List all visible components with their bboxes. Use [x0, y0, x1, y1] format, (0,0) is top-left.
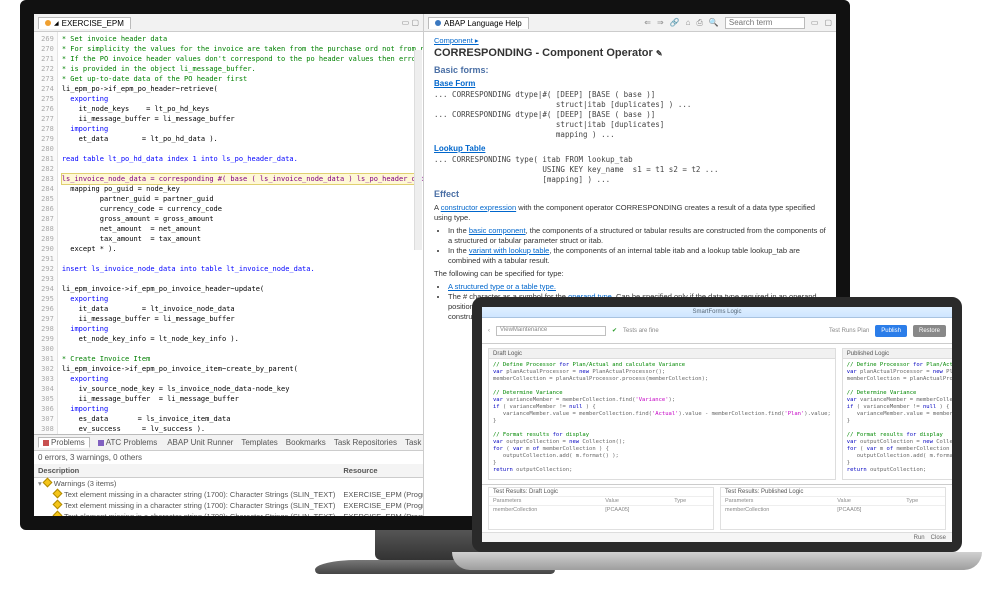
published-results: Test Results: Published Logic Parameters… [720, 487, 946, 530]
laptop-statusbar: Run Close [482, 532, 952, 542]
problem-row[interactable]: Text element missing in a character stri… [34, 500, 423, 511]
print-icon[interactable]: ⎙ [697, 18, 703, 28]
nav-back-icon[interactable]: ⇐ [644, 18, 651, 27]
editor-tab-label: EXERCISE_EPM [62, 19, 124, 28]
bottom-tab-abap-unit-runner[interactable]: ABAP Unit Runner [165, 438, 233, 447]
effect-bullet-2: In the variant with lookup table, the co… [448, 246, 826, 266]
base-form-syntax: ... CORRESPONDING dtype|#( [DEEP] [BASE … [434, 90, 826, 140]
breadcrumb[interactable]: Component ▸ [434, 36, 826, 45]
lookup-syntax: ... CORRESPONDING type( itab FROM lookup… [434, 155, 826, 185]
published-panel: Published Logic // Define Processor for … [842, 348, 962, 480]
help-title: CORRESPONDING - Component Operator [434, 47, 653, 59]
forms-heading: Basic forms: [434, 65, 826, 75]
back-icon[interactable]: ‹ [488, 328, 490, 334]
draft-code[interactable]: // Define Processor for Plan/Actual and … [489, 359, 835, 479]
effect-paragraph: A constructor expression with the compon… [434, 203, 826, 223]
constructor-link[interactable]: constructor expression [441, 203, 516, 212]
help-tab-label: ABAP Language Help [444, 19, 522, 28]
code-editor[interactable]: 269 270 271 272 273 274 275 276 277 278 … [34, 32, 423, 434]
label-testrun: Tests are fine [623, 328, 659, 334]
home-icon[interactable]: ⌂ [686, 18, 691, 27]
laptop-main: Draft Logic // Define Processor for Plan… [482, 344, 952, 484]
published-results-head: Test Results: Published Logic [721, 488, 945, 497]
bottom-tab-task-repositories[interactable]: Task Repositories [334, 438, 397, 447]
check-icon: ✔ [612, 327, 617, 334]
max-icon[interactable]: ▢ [824, 18, 832, 27]
published-head: Published Logic [843, 349, 962, 359]
bottom-tab-templates[interactable]: Templates [241, 438, 277, 447]
close-button[interactable]: Close [931, 535, 946, 541]
published-code[interactable]: // Define Processor for Plan/Actual and … [843, 359, 962, 479]
editor-pane-controls[interactable]: ▭ ▢ [402, 18, 419, 27]
editor-pane: ◢ EXERCISE_EPM ▭ ▢ 269 270 271 272 273 2… [34, 14, 424, 530]
problems-table[interactable]: DescriptionResourceLoc ▾Warnings (3 item… [34, 464, 423, 530]
laptop-screen: SmartForms Logic ‹ ViewMaintenance ✔ Tes… [472, 297, 962, 552]
problem-row[interactable]: Text element missing in a character stri… [34, 511, 423, 522]
laptop-toolbar: ‹ ViewMaintenance ✔ Tests are fine Test … [482, 318, 952, 344]
problems-view: Problems ATC Problems ABAP Unit Runner Te… [34, 434, 423, 530]
label-runplan: Test Runs Plan [829, 328, 869, 334]
edit-icon[interactable] [656, 47, 663, 59]
following-para: The following can be specified for type: [434, 269, 826, 279]
bottom-tab-problems[interactable]: Problems [38, 437, 90, 448]
editor-tab[interactable]: ◢ EXERCISE_EPM [38, 17, 131, 29]
draft-results-head: Test Results: Draft Logic [489, 488, 713, 497]
line-gutter: 269 270 271 272 273 274 275 276 277 278 … [34, 32, 58, 434]
search-icon[interactable]: 🔍 [709, 18, 719, 27]
publish-button[interactable]: Publish [875, 325, 907, 337]
bottom-tab-atc-problems[interactable]: ATC Problems [98, 438, 157, 447]
run-button[interactable]: Run [914, 535, 925, 541]
type-bullet-1: A structured type or a table type. [448, 282, 826, 292]
laptop-title: SmartForms Logic [692, 309, 741, 315]
bottom-tab-bookmarks[interactable]: Bookmarks [286, 438, 326, 447]
min-icon[interactable]: ▭ [811, 18, 819, 27]
problem-row[interactable]: Text element missing in a character stri… [34, 489, 423, 500]
effect-heading: Effect [434, 189, 826, 199]
bottom-tabs: Problems ATC Problems ABAP Unit Runner Te… [34, 435, 423, 451]
laptop-results: Test Results: Draft Logic ParametersValu… [482, 484, 952, 532]
help-search-input[interactable] [725, 17, 805, 29]
effect-bullet-1: In the basic component, the components o… [448, 226, 826, 246]
view-field[interactable]: ViewMaintenance [496, 326, 606, 336]
help-tab[interactable]: ABAP Language Help [428, 17, 529, 29]
base-form-heading[interactable]: Base Form [434, 79, 826, 88]
program-icon [45, 20, 51, 26]
laptop-titlebar: SmartForms Logic [482, 307, 952, 318]
bottom-tab-task-list[interactable]: Task List [405, 438, 423, 447]
monitor-base [315, 560, 555, 574]
draft-head: Draft Logic [489, 349, 835, 359]
help-tabbar: ABAP Language Help ⇐ ⇒ 🔗 ⌂ ⎙ 🔍 ▭ ▢ [424, 14, 836, 32]
problems-summary: 0 errors, 3 warnings, 0 others [34, 451, 423, 464]
link-icon[interactable]: 🔗 [670, 18, 680, 27]
help-icon [435, 20, 441, 26]
laptop-app: SmartForms Logic ‹ ViewMaintenance ✔ Tes… [482, 307, 952, 542]
minimap[interactable] [414, 50, 422, 250]
restore-button[interactable]: Restore [913, 325, 946, 337]
code-lines[interactable]: * Set invoice header data * For simplici… [58, 32, 423, 434]
draft-results: Test Results: Draft Logic ParametersValu… [488, 487, 714, 530]
nav-fwd-icon[interactable]: ⇒ [657, 18, 664, 27]
editor-tabbar: ◢ EXERCISE_EPM ▭ ▢ [34, 14, 423, 32]
lookup-heading[interactable]: Lookup Table [434, 144, 826, 153]
draft-panel: Draft Logic // Define Processor for Plan… [488, 348, 836, 480]
